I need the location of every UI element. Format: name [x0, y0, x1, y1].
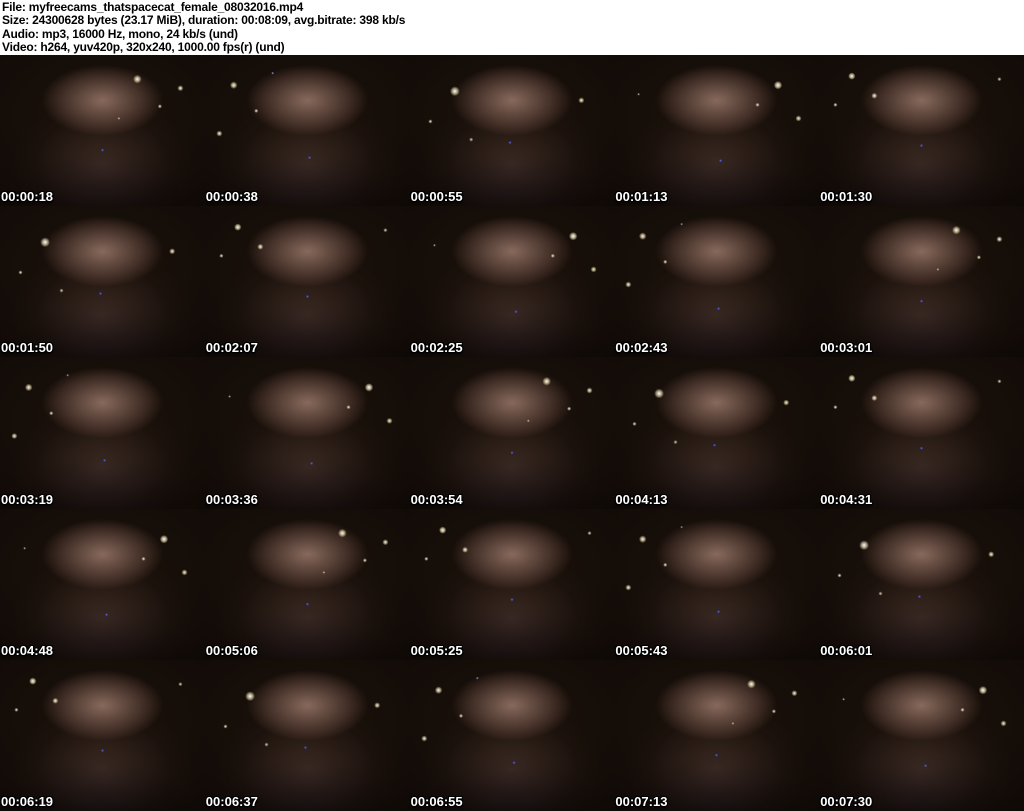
- thumbnail-cell[interactable]: 00:07:30: [819, 659, 1024, 811]
- thumbnail-cell[interactable]: 00:03:19: [0, 357, 205, 509]
- audio-info-line: Audio: mp3, 16000 Hz, mono, 24 kb/s (und…: [2, 26, 238, 41]
- video-info-line: Video: h264, yuv420p, 320x240, 1000.00 f…: [2, 40, 285, 55]
- timestamp-overlay: 00:02:07: [205, 340, 258, 356]
- timestamp-overlay: 00:01:30: [820, 189, 873, 205]
- thumbnail-cell[interactable]: 00:02:07: [204, 206, 410, 358]
- thumbnail-cell[interactable]: 00:04:48: [0, 508, 205, 660]
- timestamp-overlay: 00:00:55: [410, 189, 463, 205]
- thumbnail-cell[interactable]: 00:00:18: [0, 55, 205, 207]
- timestamp-overlay: 00:03:36: [205, 491, 258, 507]
- timestamp-overlay: 00:05:43: [615, 642, 668, 658]
- thumbnail-cell[interactable]: 00:00:55: [409, 55, 615, 207]
- timestamp-overlay: 00:01:50: [1, 340, 54, 356]
- timestamp-overlay: 00:03:19: [1, 491, 54, 507]
- thumbnail-cell[interactable]: 00:07:13: [614, 659, 820, 811]
- thumbnail-cell[interactable]: 00:03:01: [819, 206, 1024, 358]
- timestamp-overlay: 00:05:25: [410, 642, 463, 658]
- thumbnail-cell[interactable]: 00:05:43: [614, 508, 820, 660]
- thumbnail-cell[interactable]: 00:04:31: [819, 357, 1024, 509]
- timestamp-overlay: 00:06:37: [205, 793, 258, 809]
- thumbnail-cell[interactable]: 00:06:19: [0, 659, 205, 811]
- thumbnail-cell[interactable]: 00:04:13: [614, 357, 820, 509]
- thumbnail-grid: 00:00:18 00:00:38 00:00:55 00:01:13 00:0…: [0, 55, 1024, 811]
- timestamp-overlay: 00:05:06: [205, 642, 258, 658]
- thumbnail-cell[interactable]: 00:01:50: [0, 206, 205, 358]
- timestamp-overlay: 00:00:38: [205, 189, 258, 205]
- thumbnail-cell[interactable]: 00:06:01: [819, 508, 1024, 660]
- timestamp-overlay: 00:04:13: [615, 491, 668, 507]
- timestamp-overlay: 00:03:01: [820, 340, 873, 356]
- timestamp-overlay: 00:02:43: [615, 340, 668, 356]
- thumbnail-cell[interactable]: 00:03:36: [204, 357, 410, 509]
- thumbnail-cell[interactable]: 00:05:25: [409, 508, 615, 660]
- timestamp-overlay: 00:02:25: [410, 340, 463, 356]
- timestamp-overlay: 00:06:19: [1, 793, 54, 809]
- size-info-line: Size: 24300628 bytes (23.17 MiB), durati…: [2, 13, 406, 28]
- timestamp-overlay: 00:03:54: [410, 491, 463, 507]
- thumbnail-cell[interactable]: 00:00:38: [204, 55, 410, 207]
- thumbnail-cell[interactable]: 00:03:54: [409, 357, 615, 509]
- thumbnail-cell[interactable]: 00:05:06: [204, 508, 410, 660]
- thumbnail-cell[interactable]: 00:02:43: [614, 206, 820, 358]
- thumbnail-cell[interactable]: 00:01:13: [614, 55, 820, 207]
- media-info-header: File: myfreecams_thatspacecat_female_080…: [0, 0, 1024, 55]
- timestamp-overlay: 00:04:31: [820, 491, 873, 507]
- timestamp-overlay: 00:01:13: [615, 189, 668, 205]
- timestamp-overlay: 00:06:01: [820, 642, 873, 658]
- file-info-line: File: myfreecams_thatspacecat_female_080…: [2, 0, 304, 14]
- thumbnail-cell[interactable]: 00:06:37: [204, 659, 410, 811]
- thumbnail-cell[interactable]: 00:02:25: [409, 206, 615, 358]
- timestamp-overlay: 00:04:48: [1, 642, 54, 658]
- timestamp-overlay: 00:07:30: [820, 793, 873, 809]
- timestamp-overlay: 00:07:13: [615, 793, 668, 809]
- thumbnail-cell[interactable]: 00:06:55: [409, 659, 615, 811]
- thumbnail-cell[interactable]: 00:01:30: [819, 55, 1024, 207]
- timestamp-overlay: 00:06:55: [410, 793, 463, 809]
- timestamp-overlay: 00:00:18: [1, 189, 54, 205]
